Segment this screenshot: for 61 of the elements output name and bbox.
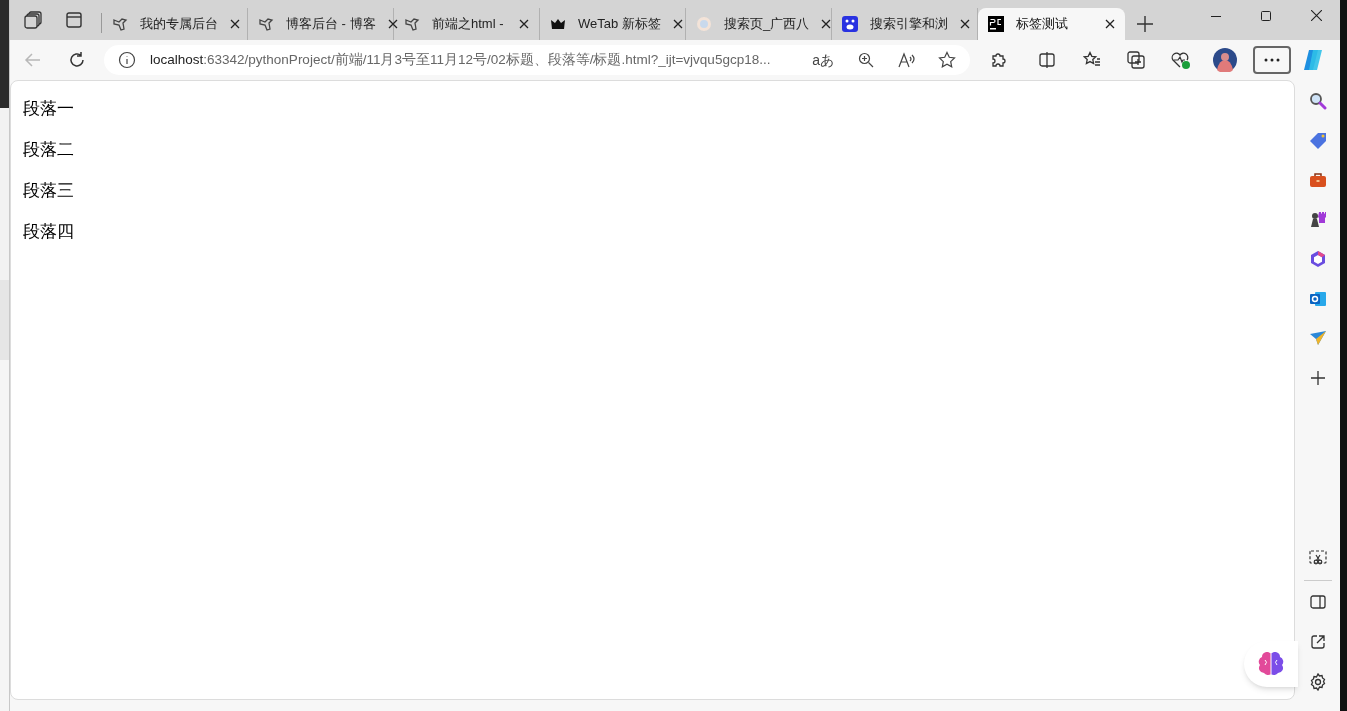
info-icon[interactable] bbox=[118, 51, 136, 69]
sidebar-panel-icon[interactable] bbox=[1309, 595, 1326, 609]
screenshot-icon[interactable] bbox=[1308, 550, 1327, 566]
tab-title: 搜索引擎和浏 bbox=[870, 15, 948, 34]
paragraph: 段落三 bbox=[23, 180, 74, 202]
tab-title: WeTab 新标签 bbox=[578, 15, 661, 34]
maximize-icon[interactable] bbox=[1261, 11, 1271, 21]
external-link-icon[interactable] bbox=[1310, 635, 1325, 649]
tab-actions-icon[interactable] bbox=[66, 12, 82, 28]
close-icon[interactable] bbox=[387, 19, 398, 29]
zoom-icon[interactable] bbox=[858, 52, 874, 68]
collections-icon[interactable] bbox=[1127, 51, 1145, 69]
close-icon[interactable] bbox=[960, 19, 970, 29]
favorites-icon[interactable] bbox=[1083, 51, 1101, 69]
new-tab-icon[interactable] bbox=[1137, 16, 1153, 32]
puzzle-icon[interactable] bbox=[990, 51, 1008, 69]
briefcase-icon[interactable] bbox=[1308, 172, 1327, 188]
url-host: localhost bbox=[150, 50, 204, 69]
paw-icon bbox=[842, 16, 858, 32]
tab-title: 博客后台 - 博客 bbox=[286, 15, 376, 34]
read-aloud-icon[interactable] bbox=[898, 52, 916, 68]
workspaces-icon[interactable] bbox=[24, 11, 42, 29]
settings-icon[interactable] bbox=[1308, 673, 1327, 691]
bird-icon bbox=[258, 16, 274, 32]
bird-icon bbox=[404, 16, 420, 32]
address-bar[interactable]: localhost:63342/pythonProject/前端/11月3号至11月12号/02标题、段落等/标题.html?_ijt=vjvqu5gcp18... aあ bbox=[104, 45, 970, 75]
more-button[interactable] bbox=[1253, 46, 1291, 74]
translate-icon[interactable]: aあ bbox=[812, 53, 834, 67]
tab-title: 前端之html - bbox=[432, 15, 505, 34]
close-icon[interactable] bbox=[519, 19, 529, 29]
paragraph: 段落四 bbox=[23, 221, 74, 243]
copilot-icon[interactable] bbox=[1301, 48, 1325, 72]
split-screen-icon[interactable] bbox=[1038, 51, 1056, 69]
terminal-icon bbox=[988, 16, 1004, 32]
close-icon[interactable] bbox=[1105, 19, 1115, 29]
star-icon[interactable] bbox=[938, 51, 956, 69]
paragraph: 段落一 bbox=[23, 98, 74, 120]
chess-icon[interactable] bbox=[1308, 210, 1327, 228]
bird-icon bbox=[112, 16, 128, 32]
close-icon[interactable] bbox=[230, 19, 240, 29]
floating-assistant-button[interactable] bbox=[1244, 641, 1299, 687]
health-icon[interactable] bbox=[1171, 51, 1191, 69]
avatar-icon[interactable] bbox=[1213, 48, 1237, 72]
paragraph: 段落二 bbox=[23, 139, 74, 161]
search-icon[interactable] bbox=[1308, 92, 1327, 110]
add-icon[interactable] bbox=[1310, 371, 1325, 385]
close-window-icon[interactable] bbox=[1311, 10, 1322, 21]
tag-icon[interactable] bbox=[1308, 132, 1327, 150]
close-icon[interactable] bbox=[821, 19, 832, 29]
browser-tab[interactable]: 标签测试 bbox=[978, 8, 1125, 40]
brain-icon bbox=[1258, 652, 1285, 676]
outlook-icon[interactable] bbox=[1308, 290, 1327, 308]
tab-title: 标签测试 bbox=[1016, 15, 1069, 34]
office-icon[interactable] bbox=[1308, 250, 1327, 268]
more-icon[interactable] bbox=[1264, 58, 1280, 62]
url-path: :63342/pythonProject/前端/11月3号至11月12号/02标题、段落等/标题.html?_ijt=vjvqu5gcp18... bbox=[203, 50, 771, 69]
send-icon[interactable] bbox=[1308, 330, 1327, 346]
reload-icon[interactable] bbox=[68, 51, 86, 69]
tab-title: 搜索页_广西八 bbox=[724, 15, 810, 34]
tab-title: 我的专属后台 bbox=[140, 15, 218, 34]
close-icon[interactable] bbox=[672, 19, 683, 29]
